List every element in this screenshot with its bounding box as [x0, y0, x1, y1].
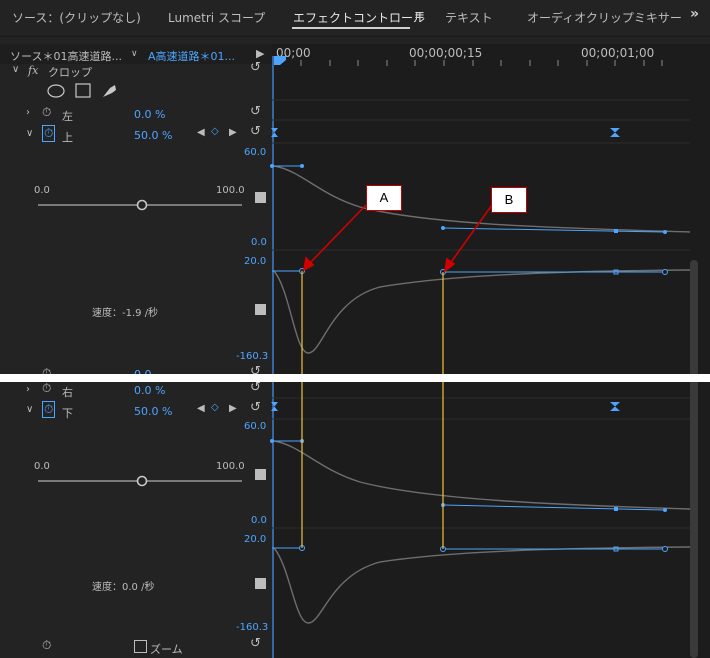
graph-overlay [38, 56, 698, 658]
pen-mask-icon[interactable] [103, 85, 116, 97]
rectangle-mask-icon[interactable] [75, 83, 91, 98]
screenshot-break-divider [0, 374, 710, 382]
slider-bottom-thumb[interactable] [136, 475, 148, 487]
callout-b: B [491, 187, 527, 213]
time-ruler-ticks [300, 60, 663, 66]
ellipse-mask-icon[interactable] [47, 84, 65, 98]
keyframe-markers-top[interactable] [271, 128, 620, 137]
graph-bottom-velocity-curve [273, 546, 691, 624]
graph-top-velocity-curve [273, 269, 691, 354]
playhead-handle[interactable] [274, 56, 286, 65]
graph-top-value-curve [273, 165, 691, 233]
keyframe-markers-bottom[interactable] [271, 402, 620, 411]
row-separators [272, 99, 690, 529]
callout-a: A [366, 185, 402, 211]
vertical-scrollbar[interactable] [690, 260, 698, 658]
slider-top-thumb[interactable] [136, 199, 148, 211]
graph-bottom-value-curve [273, 440, 691, 510]
